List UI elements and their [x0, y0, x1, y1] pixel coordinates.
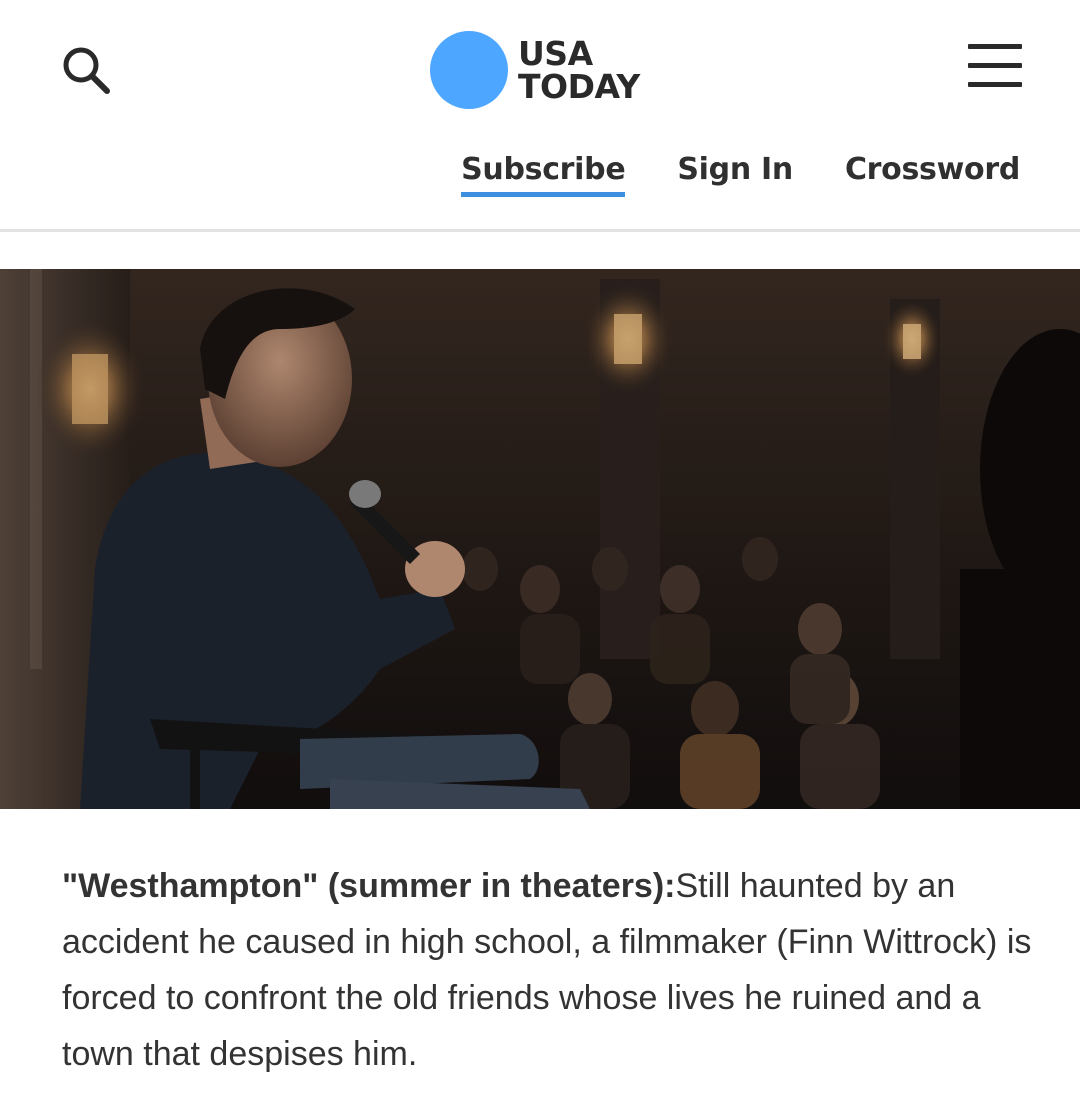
site-header: USA TODAY Subscribe Sign In Crossword [0, 0, 1080, 230]
search-button[interactable] [56, 40, 116, 100]
crossword-link[interactable]: Crossword [845, 152, 1020, 187]
sign-in-link[interactable]: Sign In [677, 152, 793, 187]
logo-line-2: TODAY [518, 67, 640, 106]
photo-caption: "Westhampton" (summer in theaters):Still… [62, 858, 1032, 1082]
caption-title: "Westhampton" (summer in theaters): [62, 867, 676, 905]
usa-today-logo[interactable]: USA TODAY [430, 30, 640, 110]
article-photo [0, 269, 1080, 809]
logo-wordmark: USA TODAY [518, 37, 640, 103]
logo-line-1: USA [518, 34, 593, 73]
header-divider [0, 229, 1080, 232]
search-icon [63, 47, 110, 94]
logo-circle-icon [430, 31, 508, 109]
top-nav: Subscribe Sign In Crossword [461, 152, 1020, 197]
menu-button[interactable] [966, 44, 1024, 90]
subscribe-link[interactable]: Subscribe [461, 152, 626, 197]
movie-still-image [0, 269, 1080, 809]
